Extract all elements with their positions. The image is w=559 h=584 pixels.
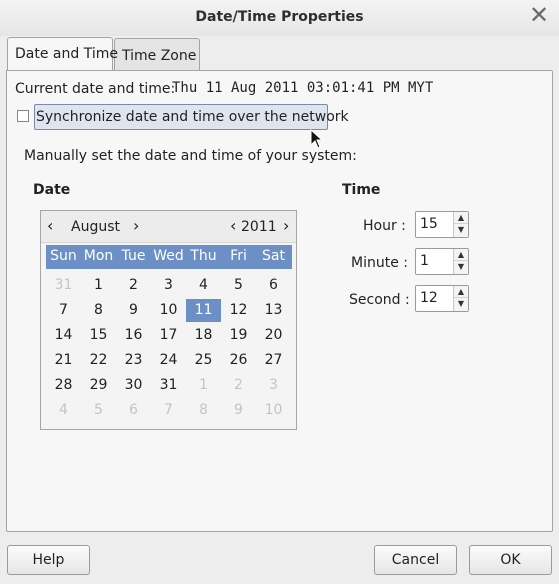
selected-day[interactable]: 11 xyxy=(186,299,221,322)
calendar-day[interactable]: 18 xyxy=(186,324,221,347)
calendar-day[interactable]: 8 xyxy=(186,399,221,422)
calendar-day[interactable]: 27 xyxy=(256,349,291,372)
hour-spinner[interactable]: 15 ▲ ▼ xyxy=(415,211,469,238)
calendar-day[interactable]: 10 xyxy=(151,299,186,322)
calendar-day[interactable]: 22 xyxy=(81,349,116,372)
window-title: Date/Time Properties xyxy=(195,9,364,25)
calendar-day[interactable]: 1 xyxy=(186,374,221,397)
calendar-day[interactable]: 1 xyxy=(81,274,116,297)
calendar-day[interactable]: 16 xyxy=(116,324,151,347)
day-name: Sun xyxy=(50,248,77,264)
prev-month-icon[interactable]: ‹ xyxy=(47,216,53,235)
calendar-day[interactable]: 9 xyxy=(116,299,151,322)
calendar-day[interactable]: 14 xyxy=(46,324,81,347)
chevron-down-icon[interactable]: ▼ xyxy=(454,261,468,273)
chevron-up-icon[interactable]: ▲ xyxy=(454,212,468,224)
calendar-header: ‹ August › ‹ 2011 › xyxy=(41,211,296,243)
day-name: Wed xyxy=(153,248,184,264)
calendar[interactable]: ‹ August › ‹ 2011 › Sun Mon Tue Wed Thu … xyxy=(40,210,297,430)
calendar-day[interactable]: 20 xyxy=(256,324,291,347)
day-name: Fri xyxy=(230,248,247,264)
calendar-day[interactable]: 6 xyxy=(256,274,291,297)
calendar-day[interactable]: 8 xyxy=(81,299,116,322)
calendar-day[interactable]: 29 xyxy=(81,374,116,397)
help-button[interactable]: Help xyxy=(7,545,90,575)
calendar-day[interactable]: 23 xyxy=(116,349,151,372)
calendar-day[interactable]: 5 xyxy=(221,274,256,297)
second-label: Second : xyxy=(349,292,410,308)
minute-label: Minute : xyxy=(351,255,408,271)
calendar-day[interactable]: 24 xyxy=(151,349,186,372)
calendar-day[interactable]: 7 xyxy=(46,299,81,322)
calendar-day[interactable]: 19 xyxy=(221,324,256,347)
next-month-icon[interactable]: › xyxy=(133,216,139,235)
calendar-day[interactable]: 6 xyxy=(116,399,151,422)
calendar-day[interactable]: 13 xyxy=(256,299,291,322)
mouse-pointer-icon xyxy=(310,129,324,149)
calendar-day[interactable]: 28 xyxy=(46,374,81,397)
day-name: Mon xyxy=(83,248,114,264)
hour-value[interactable]: 15 xyxy=(420,216,438,232)
current-datetime-label: Current date and time: xyxy=(15,81,176,97)
calendar-day[interactable]: 17 xyxy=(151,324,186,347)
calendar-day[interactable]: 30 xyxy=(116,374,151,397)
chevron-up-icon[interactable]: ▲ xyxy=(454,249,468,261)
date-heading: Date xyxy=(33,182,71,198)
calendar-day[interactable]: 4 xyxy=(46,399,81,422)
calendar-day[interactable]: 2 xyxy=(116,274,151,297)
minute-spinner[interactable]: 1 ▲ ▼ xyxy=(415,248,469,275)
calendar-day[interactable]: 2 xyxy=(221,374,256,397)
second-spinner[interactable]: 12 ▲ ▼ xyxy=(415,285,469,312)
calendar-day[interactable]: 3 xyxy=(151,274,186,297)
cancel-button[interactable]: Cancel xyxy=(374,545,457,575)
close-icon[interactable]: ✕ xyxy=(527,3,551,28)
day-name: Thu xyxy=(190,248,217,264)
sync-checkbox[interactable] xyxy=(17,110,29,122)
calendar-day[interactable]: 12 xyxy=(221,299,256,322)
sync-checkbox-label[interactable]: Synchronize date and time over the netwo… xyxy=(34,104,349,130)
calendar-day[interactable]: 7 xyxy=(151,399,186,422)
ok-button[interactable]: OK xyxy=(469,545,552,575)
minute-value[interactable]: 1 xyxy=(420,253,429,269)
calendar-day[interactable]: 31 xyxy=(151,374,186,397)
chevron-down-icon[interactable]: ▼ xyxy=(454,224,468,236)
current-datetime-value: Thu 11 Aug 2011 03:01:41 PM MYT xyxy=(172,80,434,96)
calendar-day[interactable]: 4 xyxy=(186,274,221,297)
month-label: August xyxy=(71,219,120,235)
day-names-row: Sun Mon Tue Wed Thu Fri Sat xyxy=(46,245,292,269)
calendar-day[interactable]: 15 xyxy=(81,324,116,347)
second-value[interactable]: 12 xyxy=(420,290,438,306)
calendar-day[interactable]: 26 xyxy=(221,349,256,372)
manual-set-label: Manually set the date and time of your s… xyxy=(24,148,357,164)
calendar-day[interactable]: 3 xyxy=(256,374,291,397)
year-label: 2011 xyxy=(241,219,277,235)
title-bar: Date/Time Properties ✕ xyxy=(0,0,559,36)
day-name: Sat xyxy=(262,248,285,264)
calendar-day[interactable]: 5 xyxy=(81,399,116,422)
calendar-day[interactable]: 9 xyxy=(221,399,256,422)
calendar-day[interactable]: 10 xyxy=(256,399,291,422)
chevron-up-icon[interactable]: ▲ xyxy=(454,286,468,298)
time-heading: Time xyxy=(342,182,381,198)
day-name: Tue xyxy=(121,248,146,264)
tab-date-and-time[interactable]: Date and Time xyxy=(7,37,118,70)
calendar-day[interactable]: 25 xyxy=(186,349,221,372)
calendar-day[interactable]: 31 xyxy=(46,274,81,297)
next-year-icon[interactable]: › xyxy=(283,216,289,235)
chevron-down-icon[interactable]: ▼ xyxy=(454,298,468,310)
tab-time-zone[interactable]: Time Zone xyxy=(114,38,200,70)
hour-label: Hour : xyxy=(363,218,406,234)
prev-year-icon[interactable]: ‹ xyxy=(230,216,236,235)
calendar-day[interactable]: 21 xyxy=(46,349,81,372)
